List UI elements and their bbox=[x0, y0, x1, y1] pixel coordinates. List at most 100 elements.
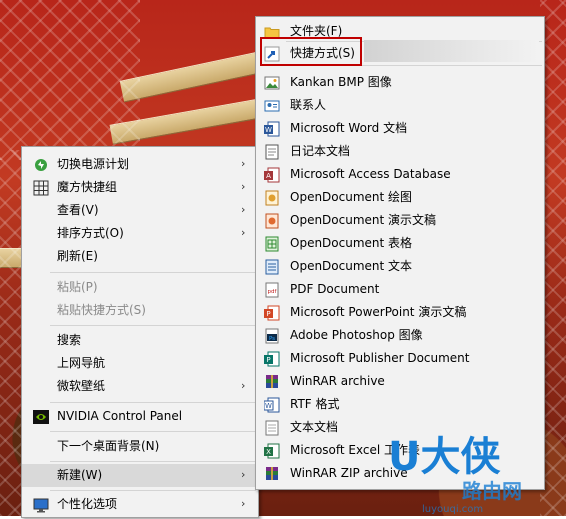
svg-text:X: X bbox=[266, 448, 271, 456]
new-access-item[interactable]: A Microsoft Access Database bbox=[256, 163, 544, 186]
menu-item-label: OpenDocument 演示文稿 bbox=[290, 213, 437, 227]
svg-text:P: P bbox=[266, 356, 270, 364]
new-contact-item[interactable]: 联系人 bbox=[256, 94, 544, 117]
new-word-item[interactable]: W Microsoft Word 文档 bbox=[256, 117, 544, 140]
menu-item-view[interactable]: 查看(V) › bbox=[22, 199, 258, 222]
menu-item-label: 个性化选项 bbox=[57, 497, 118, 511]
publisher-icon: P bbox=[264, 351, 280, 367]
svg-text:P: P bbox=[266, 310, 270, 318]
svg-text:U大侠: U大侠 bbox=[388, 434, 501, 480]
svg-text:pdf: pdf bbox=[268, 289, 278, 295]
menu-item-label: Microsoft Access Database bbox=[290, 167, 451, 181]
svg-text:A: A bbox=[266, 172, 271, 180]
chevron-right-icon: › bbox=[241, 203, 246, 216]
menu-item-web-navigation[interactable]: 上网导航 bbox=[22, 352, 258, 375]
menu-item-nvidia[interactable]: NVIDIA Control Panel bbox=[22, 405, 258, 428]
menu-item-search[interactable]: 搜索 bbox=[22, 329, 258, 352]
menu-separator bbox=[50, 325, 256, 326]
svg-text:Ps: Ps bbox=[269, 336, 275, 342]
contact-icon bbox=[264, 98, 280, 114]
menu-item-label: OpenDocument 绘图 bbox=[290, 190, 413, 204]
menu-separator bbox=[50, 272, 256, 273]
new-journal-item[interactable]: 日记本文档 bbox=[256, 140, 544, 163]
menu-item-label: OpenDocument 表格 bbox=[290, 236, 413, 250]
menu-separator bbox=[50, 431, 256, 432]
menu-item-label: Microsoft PowerPoint 演示文稿 bbox=[290, 305, 467, 319]
svg-text:W: W bbox=[265, 402, 272, 410]
menu-item-refresh[interactable]: 刷新(E) bbox=[22, 245, 258, 268]
net-pattern bbox=[0, 0, 140, 160]
menu-item-cube-group[interactable]: 魔方快捷组 › bbox=[22, 176, 258, 199]
chevron-right-icon: › bbox=[241, 379, 246, 392]
chevron-right-icon: › bbox=[241, 468, 246, 481]
menu-item-label: RTF 格式 bbox=[290, 397, 340, 411]
new-odg-item[interactable]: OpenDocument 绘图 bbox=[256, 186, 544, 209]
menu-item-ms-wallpaper[interactable]: 微软壁纸 › bbox=[22, 375, 258, 398]
menu-item-label: Adobe Photoshop 图像 bbox=[290, 328, 423, 342]
new-odt-item[interactable]: OpenDocument 文本 bbox=[256, 255, 544, 278]
menu-item-label: Kankan BMP 图像 bbox=[290, 75, 392, 89]
power-plan-icon bbox=[33, 157, 49, 173]
menu-item-paste[interactable]: 粘贴(P) bbox=[22, 276, 258, 299]
menu-item-label: 粘贴(P) bbox=[57, 280, 98, 294]
svg-text:luyouqi.com: luyouqi.com bbox=[422, 504, 483, 515]
chevron-right-icon: › bbox=[241, 497, 246, 510]
grid-icon bbox=[33, 180, 49, 196]
new-bmp-item[interactable]: Kankan BMP 图像 bbox=[256, 71, 544, 94]
menu-item-next-background[interactable]: 下一个桌面背景(N) bbox=[22, 435, 258, 458]
word-icon: W bbox=[264, 121, 280, 137]
new-pdf-item[interactable]: pdf PDF Document bbox=[256, 278, 544, 301]
menu-item-label: Microsoft Word 文档 bbox=[290, 121, 408, 135]
monitor-icon bbox=[33, 497, 49, 513]
excel-icon: X bbox=[264, 443, 280, 459]
bmp-image-icon bbox=[264, 75, 280, 91]
odp-icon bbox=[264, 213, 280, 229]
menu-item-sort-by[interactable]: 排序方式(O) › bbox=[22, 222, 258, 245]
new-winrar-item[interactable]: WinRAR archive bbox=[256, 370, 544, 393]
journal-icon bbox=[264, 144, 280, 160]
svg-text:路由网: 路由网 bbox=[462, 479, 522, 503]
new-rtf-item[interactable]: W RTF 格式 bbox=[256, 393, 544, 416]
watermark-logo: U大侠 路由网 luyouqi.com bbox=[382, 418, 566, 516]
text-doc-icon bbox=[264, 420, 280, 436]
menu-item-label: 粘贴快捷方式(S) bbox=[57, 303, 146, 317]
nvidia-icon bbox=[33, 409, 49, 425]
menu-item-personalize[interactable]: 个性化选项 › bbox=[22, 493, 258, 516]
menu-item-power-plan[interactable]: 切换电源计划 › bbox=[22, 153, 258, 176]
menu-item-label: 文本文档 bbox=[290, 420, 339, 434]
chevron-right-icon: › bbox=[241, 226, 246, 239]
new-powerpoint-item[interactable]: P Microsoft PowerPoint 演示文稿 bbox=[256, 301, 544, 324]
odg-icon bbox=[264, 190, 280, 206]
pdf-icon: pdf bbox=[264, 282, 280, 298]
ods-icon bbox=[264, 236, 280, 252]
menu-item-label: 查看(V) bbox=[57, 203, 99, 217]
menu-item-label: 排序方式(O) bbox=[57, 226, 124, 240]
svg-text:W: W bbox=[265, 126, 272, 134]
highlight-annotation-box bbox=[260, 37, 362, 66]
new-photoshop-item[interactable]: Ps Adobe Photoshop 图像 bbox=[256, 324, 544, 347]
menu-item-label: 下一个桌面背景(N) bbox=[57, 439, 160, 453]
odt-icon bbox=[264, 259, 280, 275]
new-ods-item[interactable]: OpenDocument 表格 bbox=[256, 232, 544, 255]
menu-item-label: 上网导航 bbox=[57, 356, 106, 370]
menu-separator bbox=[50, 490, 256, 491]
menu-item-label: Microsoft Publisher Document bbox=[290, 351, 470, 365]
menu-item-label: WinRAR archive bbox=[290, 374, 385, 388]
new-publisher-item[interactable]: P Microsoft Publisher Document bbox=[256, 347, 544, 370]
desktop-context-menu: 切换电源计划 › 魔方快捷组 › 查看(V) › 排序方式(O) › 刷新(E)… bbox=[21, 146, 259, 518]
chevron-right-icon: › bbox=[241, 157, 246, 170]
menu-item-label: PDF Document bbox=[290, 282, 380, 296]
menu-item-paste-shortcut[interactable]: 粘贴快捷方式(S) bbox=[22, 299, 258, 322]
access-icon: A bbox=[264, 167, 280, 183]
menu-item-label: 魔方快捷组 bbox=[57, 180, 118, 194]
shortcut-hover-fade bbox=[364, 40, 539, 62]
menu-item-label: 日记本文档 bbox=[290, 144, 351, 158]
menu-item-label: 联系人 bbox=[290, 98, 327, 112]
rtf-icon: W bbox=[264, 397, 280, 413]
chevron-right-icon: › bbox=[241, 180, 246, 193]
new-odp-item[interactable]: OpenDocument 演示文稿 bbox=[256, 209, 544, 232]
winrar-zip-icon bbox=[264, 466, 280, 482]
photoshop-icon: Ps bbox=[264, 328, 280, 344]
menu-item-new[interactable]: 新建(W) › bbox=[22, 464, 258, 487]
menu-item-label: 切换电源计划 bbox=[57, 157, 130, 171]
